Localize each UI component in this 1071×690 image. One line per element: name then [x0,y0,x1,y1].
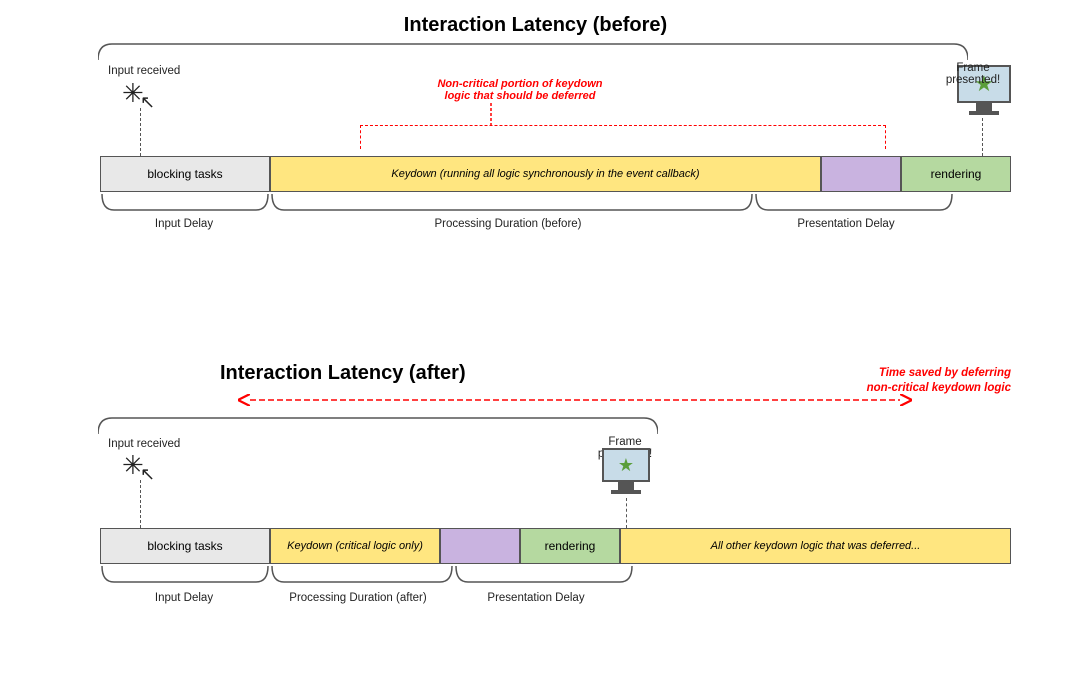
bottom-rendering-box: rendering [520,528,620,564]
bottom-sub-brackets [100,564,740,594]
bottom-monitor-base [611,490,641,494]
top-rendering-box: rendering [901,156,1011,192]
bottom-input-label: Input received [108,438,180,450]
bottom-deferred-box: All other keydown logic that was deferre… [620,528,1011,564]
top-purple-box [821,156,901,192]
top-labels-row: Input Delay Processing Duration (before)… [100,218,1011,230]
bottom-blocking-box: blocking tasks [100,528,270,564]
bottom-input-delay-label: Input Delay [100,592,268,604]
top-dashed-vline [140,108,141,156]
bottom-monitor: ★ [602,448,650,494]
top-keydown-box: Keydown (running all logic synchronously… [270,156,821,192]
top-monitor-stand [976,103,992,111]
bottom-labels-row: Input Delay Processing Duration (after) … [100,592,1011,604]
top-timeline-row: blocking tasks Keydown (running all logi… [100,156,1011,192]
bottom-star-icon: ★ [618,456,634,474]
bottom-big-bracket [98,416,658,438]
bottom-monitor-dashed-vline [626,498,627,528]
diagram-container: Interaction Latency (before) Input recei… [0,0,1071,690]
bottom-timeline-row: blocking tasks Keydown (critical logic o… [100,528,1011,564]
top-frame-label: Frame presented! [933,62,1013,86]
top-blocking-box: blocking tasks [100,156,270,192]
top-cursor-icon: ↖ [140,92,155,113]
top-input-delay-label: Input Delay [100,218,268,230]
top-red-bracket [360,125,886,149]
bottom-purple-box [440,528,520,564]
top-input-label: Input received [108,65,180,77]
bottom-keydown-box: Keydown (critical logic only) [270,528,440,564]
bottom-section: Interaction Latency (after) Time saved b… [40,358,1031,668]
bottom-cursor-icon: ↖ [140,464,155,485]
top-monitor-base [969,111,999,115]
top-processing-label: Processing Duration (before) [268,218,748,230]
bottom-processing-label: Processing Duration (after) [268,592,448,604]
top-section: Interaction Latency (before) Input recei… [40,10,1031,320]
bottom-monitor-screen: ★ [602,448,650,482]
bottom-dashed-vline [140,480,141,528]
top-red-arrow [490,103,492,127]
bottom-monitor-stand [618,482,634,490]
top-title: Interaction Latency (before) [40,14,1031,37]
time-saved-arrow [240,390,910,410]
top-red-label: Non-critical portion of keydown logic th… [410,78,630,102]
top-big-bracket [98,42,968,64]
top-presentation-label: Presentation Delay [748,218,944,230]
top-monitor-dashed-vline [982,118,983,156]
bottom-presentation-label: Presentation Delay [448,592,624,604]
